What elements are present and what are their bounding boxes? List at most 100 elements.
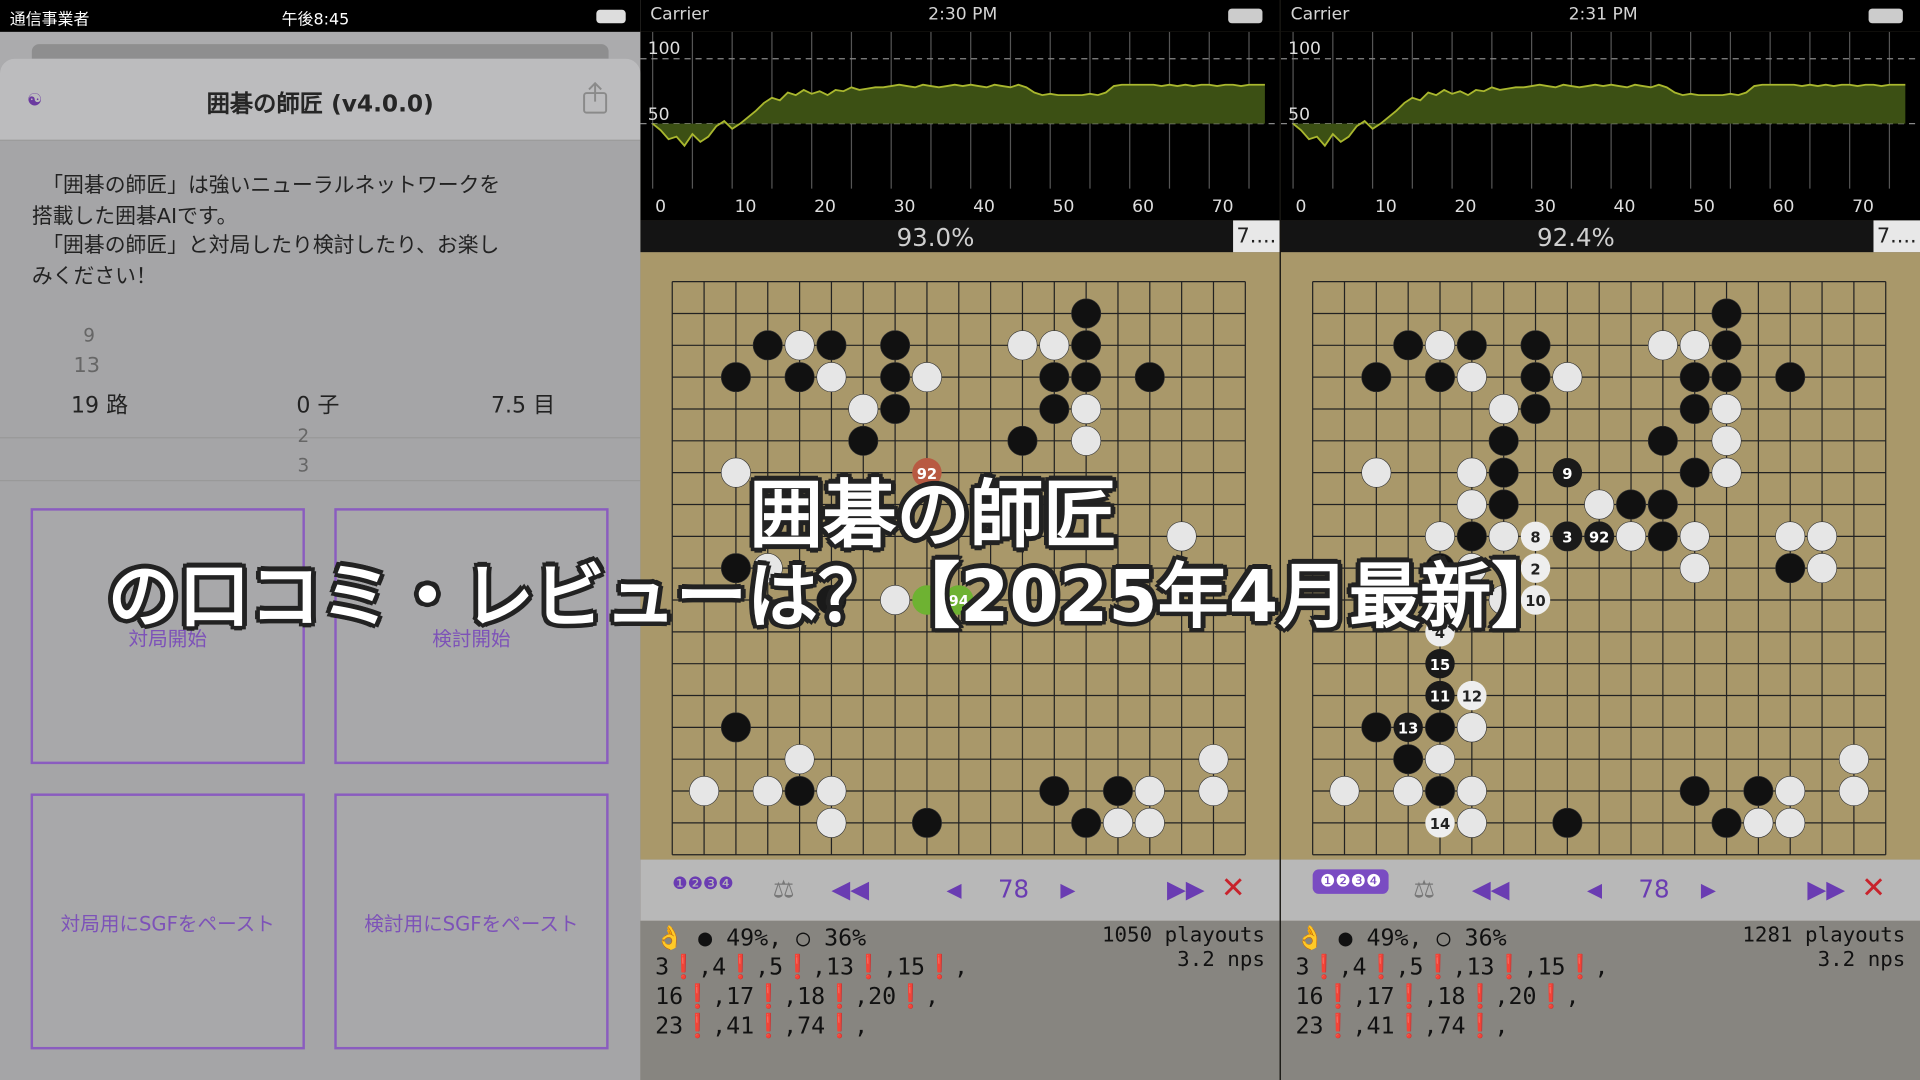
white-stone[interactable] <box>1456 457 1487 488</box>
black-stone[interactable] <box>1743 776 1774 807</box>
white-stone[interactable] <box>1456 712 1487 743</box>
black-stone[interactable] <box>1039 393 1070 424</box>
black-stone[interactable] <box>1647 521 1678 552</box>
paste-sgf-game-button[interactable]: 対局用にSGFをペースト <box>30 793 305 1050</box>
white-stone[interactable] <box>1198 744 1229 775</box>
picker-option-board-size[interactable]: 13 <box>73 354 99 378</box>
black-stone[interactable] <box>1711 807 1742 838</box>
black-stone[interactable] <box>1775 553 1806 584</box>
white-stone[interactable] <box>1456 776 1487 807</box>
black-stone[interactable] <box>880 362 911 393</box>
white-stone[interactable] <box>1552 362 1583 393</box>
black-stone[interactable] <box>1071 807 1102 838</box>
next-move-icon[interactable]: ▶ <box>1060 878 1075 901</box>
white-stone[interactable] <box>1488 393 1519 424</box>
white-stone[interactable] <box>1071 393 1102 424</box>
next-move-icon[interactable]: ▶ <box>1701 878 1716 901</box>
white-stone[interactable] <box>1361 457 1392 488</box>
white-stone[interactable] <box>1071 425 1102 456</box>
picker-option-handicap[interactable]: 3 <box>298 454 310 476</box>
white-stone[interactable] <box>689 776 720 807</box>
black-stone[interactable] <box>1425 776 1456 807</box>
balance-icon[interactable]: ⚖ <box>1413 874 1435 903</box>
candidate-toggle-icon[interactable]: ❶❷❸❹ <box>1312 869 1389 894</box>
black-stone[interactable] <box>1520 362 1551 393</box>
black-stone[interactable] <box>1711 298 1742 329</box>
fast-forward-icon[interactable]: ▶▶ <box>1807 874 1845 903</box>
black-stone[interactable] <box>1647 489 1678 520</box>
black-stone[interactable] <box>816 330 847 361</box>
black-stone[interactable] <box>720 712 751 743</box>
share-icon[interactable] <box>582 81 609 115</box>
close-icon[interactable]: ✕ <box>1221 871 1246 905</box>
black-stone[interactable] <box>1679 393 1710 424</box>
black-stone[interactable] <box>1488 489 1519 520</box>
black-stone[interactable] <box>1071 330 1102 361</box>
white-stone[interactable] <box>1456 489 1487 520</box>
rewind-icon[interactable]: ◀◀ <box>831 874 869 903</box>
black-stone[interactable] <box>1552 807 1583 838</box>
black-stone[interactable] <box>1425 362 1456 393</box>
black-stone[interactable] <box>1488 457 1519 488</box>
white-stone[interactable] <box>1456 362 1487 393</box>
black-stone[interactable] <box>1488 425 1519 456</box>
white-stone[interactable] <box>1647 330 1678 361</box>
white-stone[interactable] <box>1102 807 1133 838</box>
settings-picker[interactable]: 9 13 19 路 0 子 2 3 7.5 目 <box>0 310 641 494</box>
komi-value[interactable]: 7.... <box>1233 220 1280 253</box>
white-stone[interactable] <box>911 362 942 393</box>
white-stone[interactable] <box>1616 521 1647 552</box>
black-stone[interactable] <box>1071 362 1102 393</box>
candidate-toggle-icon[interactable]: ❶❷❸❹ <box>672 874 733 894</box>
white-stone[interactable] <box>1007 330 1038 361</box>
picker-selected-komi[interactable]: 7.5 目 <box>491 388 555 420</box>
black-stone[interactable] <box>1361 362 1392 393</box>
picker-selected-board-size[interactable]: 19 路 <box>71 388 128 420</box>
white-stone[interactable] <box>784 744 815 775</box>
white-stone[interactable] <box>1743 807 1774 838</box>
black-stone[interactable] <box>1711 362 1742 393</box>
black-stone[interactable] <box>784 362 815 393</box>
white-stone[interactable] <box>1393 776 1424 807</box>
white-stone[interactable] <box>816 807 847 838</box>
picker-selected-handicap[interactable]: 0 子 <box>296 388 339 420</box>
white-stone[interactable] <box>1456 807 1487 838</box>
white-stone[interactable] <box>1838 744 1869 775</box>
white-stone[interactable] <box>1775 807 1806 838</box>
black-stone[interactable] <box>911 807 942 838</box>
balance-icon[interactable]: ⚖ <box>773 874 795 903</box>
black-stone[interactable] <box>1071 298 1102 329</box>
paste-sgf-review-button[interactable]: 検討用にSGFをペースト <box>334 793 609 1050</box>
white-stone[interactable] <box>848 393 879 424</box>
prev-move-icon[interactable]: ◀ <box>1587 878 1602 901</box>
prev-move-icon[interactable]: ◀ <box>947 878 962 901</box>
white-stone[interactable] <box>1679 330 1710 361</box>
fast-forward-icon[interactable]: ▶▶ <box>1167 874 1205 903</box>
white-stone[interactable] <box>1134 776 1165 807</box>
black-stone[interactable] <box>1679 457 1710 488</box>
komi-value[interactable]: 7.... <box>1873 220 1920 253</box>
close-icon[interactable]: ✕ <box>1861 871 1886 905</box>
black-stone[interactable] <box>1520 393 1551 424</box>
black-stone[interactable] <box>1616 489 1647 520</box>
white-stone[interactable] <box>816 362 847 393</box>
black-stone[interactable] <box>1775 362 1806 393</box>
white-stone[interactable] <box>1807 521 1838 552</box>
white-stone[interactable] <box>1838 776 1869 807</box>
white-stone[interactable] <box>1039 330 1070 361</box>
white-stone[interactable] <box>1679 521 1710 552</box>
black-stone[interactable] <box>848 425 879 456</box>
black-stone[interactable] <box>880 393 911 424</box>
white-stone[interactable] <box>784 330 815 361</box>
white-stone[interactable] <box>752 776 783 807</box>
black-stone[interactable] <box>1007 425 1038 456</box>
white-stone[interactable] <box>1679 553 1710 584</box>
black-stone[interactable] <box>1647 425 1678 456</box>
white-stone[interactable] <box>1329 776 1360 807</box>
white-stone[interactable] <box>720 457 751 488</box>
picker-option-board-size[interactable]: 9 <box>83 324 95 346</box>
black-stone[interactable] <box>880 330 911 361</box>
black-stone[interactable] <box>1679 362 1710 393</box>
black-stone[interactable] <box>1361 712 1392 743</box>
black-stone[interactable] <box>784 776 815 807</box>
